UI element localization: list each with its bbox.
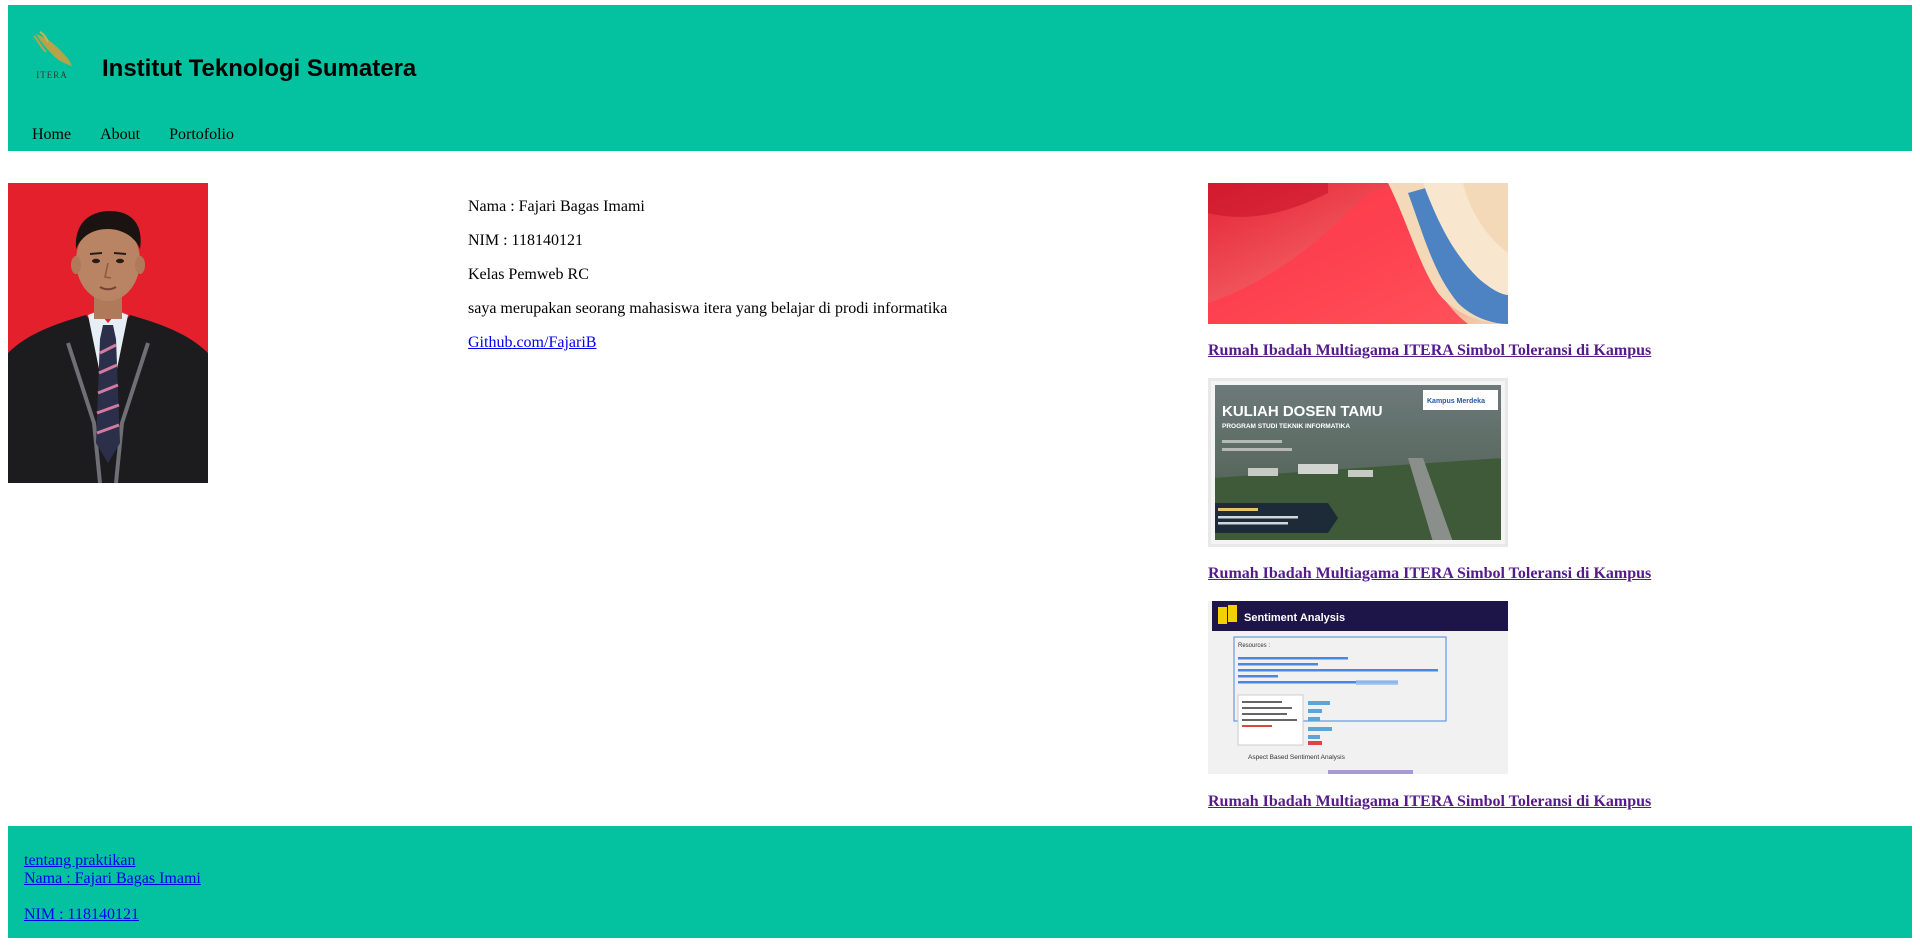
site-title: Institut Teknologi Sumatera bbox=[102, 55, 417, 82]
footer-nim-link[interactable]: NIM : 118140121 bbox=[24, 906, 139, 924]
site-footer: tentang praktikan Nama : Fajari Bagas Im… bbox=[8, 826, 1912, 938]
gallery-link[interactable]: Rumah Ibadah Multiagama ITERA Simbol Tol… bbox=[1208, 793, 1651, 811]
nav-about[interactable]: About bbox=[100, 126, 140, 144]
gallery-link[interactable]: Rumah Ibadah Multiagama ITERA Simbol Tol… bbox=[1208, 565, 1651, 583]
nav-portofolio[interactable]: Portofolio bbox=[169, 126, 234, 144]
site-header: ITERA Institut Teknologi Sumatera Home A… bbox=[8, 5, 1912, 151]
logo-text: ITERA bbox=[36, 70, 68, 80]
sentiment-analysis-slide-image[interactable]: Sentiment Analysis Resources : Aspect Ba… bbox=[1208, 601, 1508, 774]
profile-class: Kelas Pemweb RC bbox=[468, 266, 589, 283]
slide-title: Sentiment Analysis bbox=[1244, 612, 1345, 624]
itera-logo: ITERA bbox=[28, 30, 76, 82]
main-nav: Home About Portofolio bbox=[32, 126, 263, 144]
profile-nim: NIM : 118140121 bbox=[468, 232, 583, 249]
gallery-link[interactable]: Rumah Ibadah Multiagama ITERA Simbol Tol… bbox=[1208, 342, 1651, 360]
leaf-logo-icon bbox=[33, 31, 72, 66]
slide-caption: Aspect Based Sentiment Analysis bbox=[1248, 754, 1346, 761]
profile-name: Nama : Fajari Bagas Imami bbox=[468, 198, 645, 215]
slide-resources-label: Resources : bbox=[1238, 643, 1270, 649]
poster-subtitle: PROGRAM STUDI TEKNIK INFORMATIKA bbox=[1222, 423, 1350, 430]
poster-title: KULIAH DOSEN TAMU bbox=[1222, 403, 1383, 420]
github-link[interactable]: Github.com/FajariB bbox=[468, 334, 596, 351]
footer-name-link[interactable]: Nama : Fajari Bagas Imami bbox=[24, 870, 201, 888]
poster-badge: Kampus Merdeka bbox=[1427, 398, 1485, 405]
gallery-item: Sentiment Analysis Resources : Aspect Ba… bbox=[1208, 601, 1651, 810]
footer-about-link[interactable]: tentang praktikan bbox=[24, 852, 136, 870]
gallery-item: Rumah Ibadah Multiagama ITERA Simbol Tol… bbox=[1208, 183, 1651, 359]
abstract-wave-image[interactable] bbox=[1208, 183, 1508, 324]
profile-description: saya merupakan seorang mahasiswa itera y… bbox=[468, 300, 948, 317]
nav-home[interactable]: Home bbox=[32, 126, 71, 144]
profile-photo bbox=[8, 183, 208, 483]
guest-lecture-poster-image[interactable]: KULIAH DOSEN TAMU PROGRAM STUDI TEKNIK I… bbox=[1208, 378, 1508, 547]
gallery-item: KULIAH DOSEN TAMU PROGRAM STUDI TEKNIK I… bbox=[1208, 378, 1651, 582]
profile-info: Nama : Fajari Bagas Imami NIM : 11814012… bbox=[468, 198, 947, 368]
